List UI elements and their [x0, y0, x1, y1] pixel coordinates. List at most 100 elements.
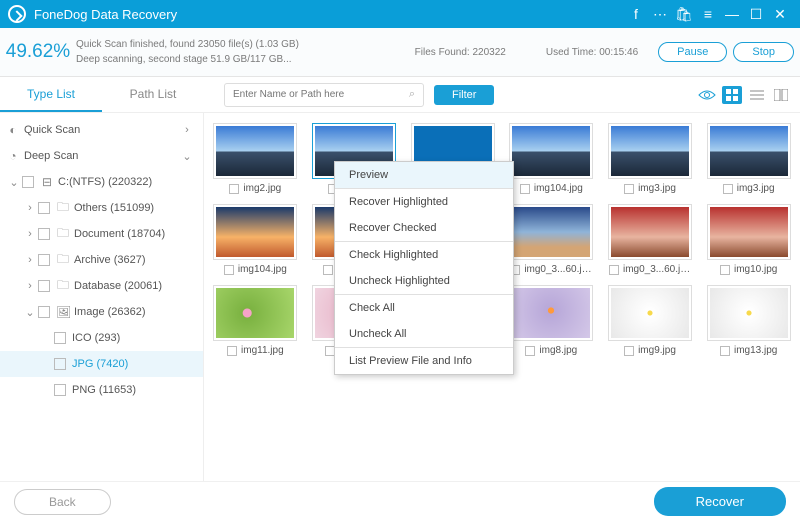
footer: Back Recover	[0, 481, 800, 521]
thumbnail-grid-panel: img2.jpgimg1.jpgimg7.jpgimg104.jpgimg3.j…	[204, 113, 800, 481]
thumbnail-filename: img13.jpg	[734, 345, 777, 356]
menu-list-preview[interactable]: List Preview File and Info	[335, 348, 513, 374]
search-icon[interactable]: ⌕	[409, 88, 415, 101]
tree-database[interactable]: ›🗀Database (20061)	[0, 273, 203, 299]
thumbnail-filename: img104.jpg	[238, 264, 287, 275]
preview-eye-icon[interactable]	[698, 86, 716, 104]
status-bar: 49.62% Quick Scan finished, found 23050 …	[0, 28, 800, 77]
shop-icon[interactable]: 🛍	[672, 2, 696, 26]
filter-button[interactable]: Filter	[434, 85, 494, 105]
minimize-icon[interactable]: —	[720, 2, 744, 26]
thumbnail-checkbox[interactable]	[624, 346, 634, 356]
menu-uncheck-all[interactable]: Uncheck All	[335, 321, 513, 347]
view-detail-icon[interactable]	[772, 86, 790, 104]
thumbnail-checkbox[interactable]	[723, 184, 733, 194]
thumbnail-image[interactable]	[213, 285, 297, 341]
thumbnail-item[interactable]: img10.jpg	[703, 204, 794, 275]
thumbnail-checkbox[interactable]	[720, 265, 730, 275]
thumbnail-item[interactable]: img3.jpg	[605, 123, 696, 194]
view-list-icon[interactable]	[748, 86, 766, 104]
thumbnail-item[interactable]: img0_3...60.jpg	[605, 204, 696, 275]
status-line-2: Deep scanning, second stage 51.9 GB/117 …	[76, 54, 415, 65]
tree-quick-scan[interactable]: ◐Quick Scan›	[0, 117, 203, 143]
thumbnail-item[interactable]: img11.jpg	[210, 285, 301, 356]
thumbnail-checkbox[interactable]	[224, 265, 234, 275]
tab-type-list[interactable]: Type List	[0, 77, 102, 112]
tree-deep-scan[interactable]: ◔Deep Scan⌄	[0, 143, 203, 169]
tree-ico[interactable]: ICO (293)	[0, 325, 203, 351]
stop-button[interactable]: Stop	[733, 42, 794, 62]
tree-image[interactable]: ⌄🖼Image (26362)	[0, 299, 203, 325]
thumbnail-filename: img3.jpg	[737, 183, 775, 194]
thumbnail-image[interactable]	[213, 204, 297, 260]
thumbnail-checkbox[interactable]	[520, 184, 530, 194]
tree-others[interactable]: ›🗀Others (151099)	[0, 195, 203, 221]
thumbnail-checkbox[interactable]	[323, 265, 333, 275]
search-box[interactable]: ⌕	[224, 83, 424, 107]
thumbnail-checkbox[interactable]	[609, 265, 619, 275]
thumbnail-filename: img2.jpg	[243, 183, 281, 194]
menu-recover-highlighted[interactable]: Recover Highlighted	[335, 189, 513, 215]
thumbnail-image[interactable]	[509, 204, 593, 260]
thumbnail-image[interactable]	[707, 123, 791, 179]
toolbar: Type List Path List ⌕ Filter	[0, 77, 800, 113]
view-grid-icon[interactable]	[722, 86, 742, 104]
thumbnail-filename: img9.jpg	[638, 345, 676, 356]
facebook-icon[interactable]: f	[624, 2, 648, 26]
tree-document[interactable]: ›🗀Document (18704)	[0, 221, 203, 247]
thumbnail-filename: img3.jpg	[638, 183, 676, 194]
thumbnail-image[interactable]	[608, 123, 692, 179]
thumbnail-checkbox[interactable]	[229, 184, 239, 194]
menu-recover-checked[interactable]: Recover Checked	[335, 215, 513, 241]
thumbnail-item[interactable]: img3.jpg	[703, 123, 794, 194]
pause-button[interactable]: Pause	[658, 42, 727, 62]
thumbnail-filename: img10.jpg	[734, 264, 777, 275]
search-input[interactable]	[233, 89, 409, 100]
thumbnail-image[interactable]	[707, 285, 791, 341]
thumbnail-item[interactable]: img8.jpg	[506, 285, 597, 356]
thumbnail-item[interactable]: img0_3...60.jpg	[506, 204, 597, 275]
thumbnail-checkbox[interactable]	[720, 346, 730, 356]
thumbnail-item[interactable]: img104.jpg	[210, 204, 301, 275]
thumbnail-checkbox[interactable]	[525, 346, 535, 356]
tree-png[interactable]: PNG (11653)	[0, 377, 203, 403]
thumbnail-checkbox[interactable]	[227, 346, 237, 356]
used-time: Used Time: 00:15:46	[546, 47, 638, 58]
thumbnail-image[interactable]	[707, 204, 791, 260]
recover-button[interactable]: Recover	[654, 487, 786, 516]
thumbnail-item[interactable]: img2.jpg	[210, 123, 301, 194]
thumbnail-item[interactable]: img104.jpg	[506, 123, 597, 194]
thumbnail-image[interactable]	[509, 123, 593, 179]
feedback-icon[interactable]: ⋯	[648, 2, 672, 26]
sidebar-tree: ◐Quick Scan› ◔Deep Scan⌄ ⌄⊟C:(NTFS) (220…	[0, 113, 204, 481]
status-line-1: Quick Scan finished, found 23050 file(s)…	[76, 39, 415, 50]
thumbnail-image[interactable]	[509, 285, 593, 341]
files-found: Files Found: 220322	[415, 47, 506, 58]
thumbnail-image[interactable]	[213, 123, 297, 179]
thumbnail-image[interactable]	[608, 204, 692, 260]
maximize-icon[interactable]: ☐	[744, 2, 768, 26]
thumbnail-item[interactable]: img13.jpg	[703, 285, 794, 356]
thumbnail-filename: img104.jpg	[534, 183, 583, 194]
menu-uncheck-highlighted[interactable]: Uncheck Highlighted	[335, 268, 513, 294]
thumbnail-filename: img11.jpg	[241, 345, 284, 356]
tree-archive[interactable]: ›🗀Archive (3627)	[0, 247, 203, 273]
thumbnail-filename: img0_3...60.jpg	[623, 264, 691, 275]
thumbnail-item[interactable]: img9.jpg	[605, 285, 696, 356]
scan-progress-percent: 49.62%	[0, 41, 76, 63]
menu-check-highlighted[interactable]: Check Highlighted	[335, 242, 513, 268]
app-logo-icon	[8, 5, 26, 23]
tree-drive[interactable]: ⌄⊟C:(NTFS) (220322)	[0, 169, 203, 195]
close-icon[interactable]: ✕	[768, 2, 792, 26]
back-button[interactable]: Back	[14, 489, 111, 515]
thumbnail-checkbox[interactable]	[624, 184, 634, 194]
tree-jpg[interactable]: JPG (7420)	[0, 351, 203, 377]
titlebar: FoneDog Data Recovery f ⋯ 🛍 ≡ — ☐ ✕	[0, 0, 800, 28]
tab-path-list[interactable]: Path List	[102, 77, 204, 112]
thumbnail-filename: img8.jpg	[539, 345, 577, 356]
thumbnail-image[interactable]	[608, 285, 692, 341]
thumbnail-filename: img0_3...60.jpg	[524, 264, 592, 275]
menu-preview[interactable]: Preview	[335, 162, 513, 188]
menu-icon[interactable]: ≡	[696, 2, 720, 26]
menu-check-all[interactable]: Check All	[335, 295, 513, 321]
